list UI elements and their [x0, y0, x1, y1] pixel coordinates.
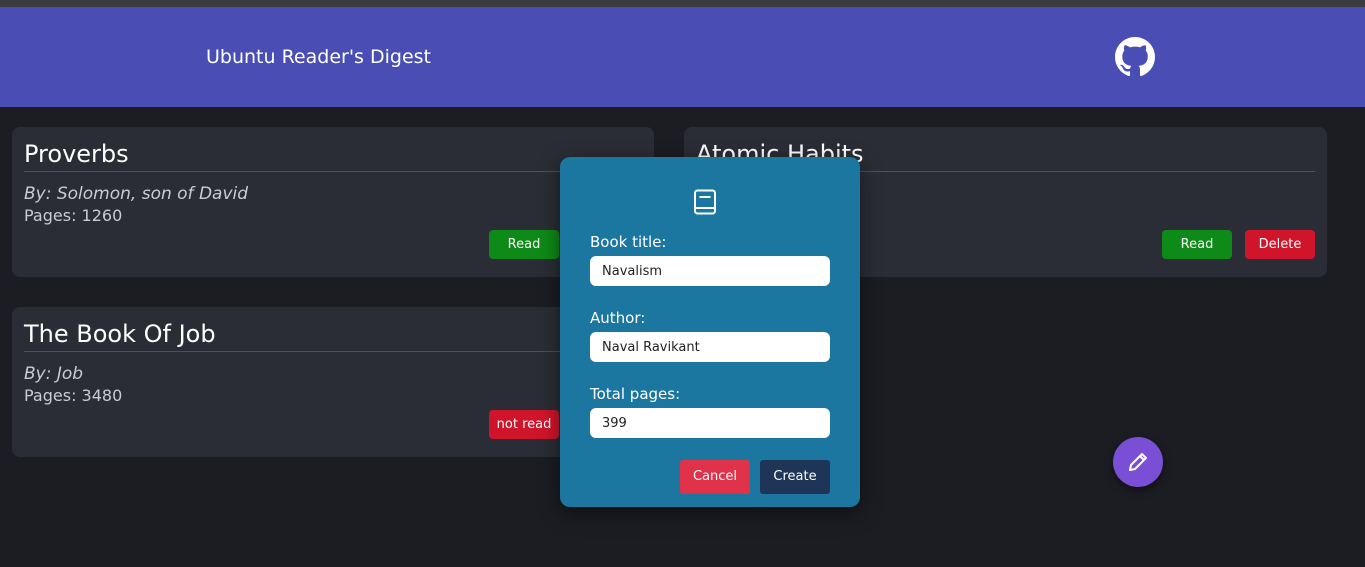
read-status-button[interactable]: Read: [1162, 230, 1232, 259]
read-status-button[interactable]: Read: [489, 230, 559, 259]
author-input[interactable]: [590, 332, 830, 362]
cancel-button[interactable]: Cancel: [680, 460, 750, 494]
github-icon[interactable]: [1115, 37, 1155, 77]
book-icon: [694, 189, 716, 215]
total-pages-input[interactable]: [590, 408, 830, 438]
book-pages: Pages: 1260: [24, 206, 123, 225]
browser-top-strip: [0, 0, 1365, 7]
delete-button[interactable]: Delete: [1245, 230, 1315, 259]
book-author: By: Job: [24, 364, 84, 384]
book-title-input[interactable]: [590, 256, 830, 286]
edit-fab-button[interactable]: [1113, 437, 1163, 487]
add-book-dialog: Book title: Author: Total pages: Cancel …: [560, 157, 860, 507]
app-header: Ubuntu Reader's Digest: [0, 7, 1365, 107]
total-pages-label: Total pages:: [590, 385, 681, 403]
read-status-button[interactable]: not read: [489, 410, 559, 439]
app-title: Ubuntu Reader's Digest: [206, 46, 431, 68]
pencil-icon: [1129, 453, 1147, 471]
book-card: The Book Of Job By: Job Pages: 3480 not …: [12, 307, 654, 457]
book-pages: Pages: 3480: [24, 386, 123, 405]
book-title: Proverbs: [24, 139, 642, 172]
book-title: The Book Of Job: [24, 319, 642, 352]
create-button[interactable]: Create: [760, 460, 830, 494]
author-label: Author:: [590, 309, 646, 327]
book-author: By: Solomon, son of David: [24, 184, 249, 204]
book-card: Proverbs By: Solomon, son of David Pages…: [12, 127, 654, 277]
book-title-label: Book title:: [590, 233, 667, 251]
